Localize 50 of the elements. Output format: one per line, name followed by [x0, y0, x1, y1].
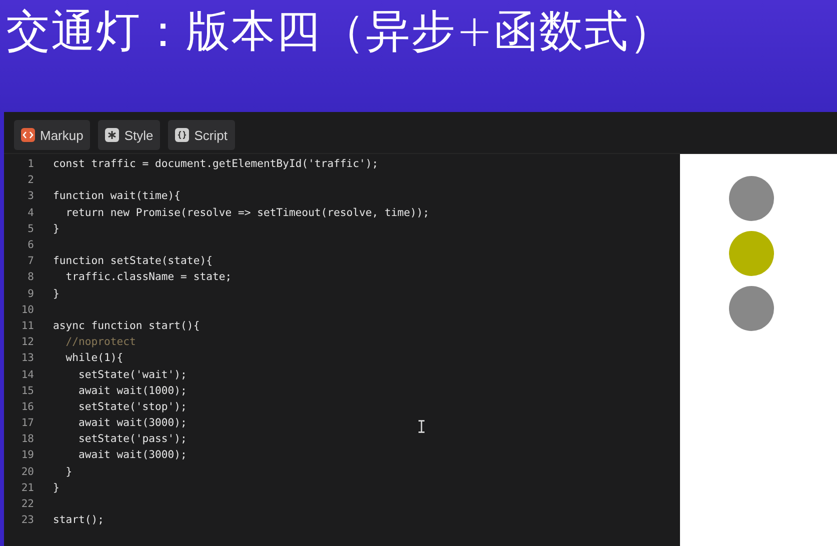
slide-title: 交通灯：版本四（异步+函数式）: [6, 5, 674, 59]
code-line: while(1){: [64, 352, 124, 364]
line-number: 21: [20, 482, 34, 494]
code-line: start();: [53, 514, 104, 526]
line-number: 17: [20, 417, 34, 430]
editor-tab[interactable]: Markup: [14, 120, 90, 150]
line-number: 4: [26, 206, 34, 219]
code-line: traffic.className = state;: [64, 271, 232, 284]
line-number: 15: [20, 384, 34, 397]
line-number: 3: [26, 190, 34, 202]
line-number: 9: [26, 288, 34, 300]
line-number: 5: [26, 222, 34, 235]
line-number: 13: [20, 352, 34, 364]
line-number: 6: [26, 239, 34, 252]
code-line: await wait(3000);: [78, 417, 187, 430]
code-line: //noprotect: [64, 336, 136, 348]
line-number: 18: [20, 433, 34, 446]
editor-tab[interactable]: Style: [98, 120, 160, 150]
code-line: }: [53, 288, 60, 300]
code-line: }: [64, 466, 72, 478]
code-icon: [21, 128, 35, 142]
code-line: setState('stop');: [78, 400, 187, 413]
code-line: setState('wait');: [78, 368, 187, 381]
braces-icon: [175, 128, 190, 142]
line-number: 1: [26, 158, 34, 170]
line-number: 12: [20, 336, 34, 348]
code-line: }: [53, 222, 60, 235]
code-line: await wait(3000);: [78, 449, 187, 462]
line-number: 23: [20, 514, 34, 526]
code-line: setState('pass');: [78, 433, 187, 446]
line-number: 20: [20, 466, 34, 478]
code-line: }: [53, 482, 60, 494]
code-line: async function start(){: [53, 320, 200, 332]
code-line: function wait(time){: [53, 190, 181, 202]
text-cursor-icon: [418, 420, 425, 433]
line-number: 16: [20, 400, 34, 413]
line-number: 14: [20, 368, 34, 381]
code-line: return new Promise(resolve => setTimeout(resolve, time));: [64, 206, 430, 219]
line-number: 7: [26, 255, 34, 268]
line-number: 22: [20, 498, 34, 510]
code-line: await wait(1000);: [78, 384, 187, 397]
editor-tab[interactable]: Script: [168, 120, 234, 150]
line-number: 2: [26, 174, 34, 186]
code-line: function setState(state){: [53, 255, 212, 268]
code-line: const traffic = document.getElementById('traffic');: [53, 158, 378, 170]
line-number: 10: [20, 304, 34, 316]
line-number: 11: [20, 320, 34, 332]
line-number: 8: [26, 271, 34, 284]
asterisk-icon: [105, 128, 120, 142]
line-number: 19: [20, 449, 34, 462]
